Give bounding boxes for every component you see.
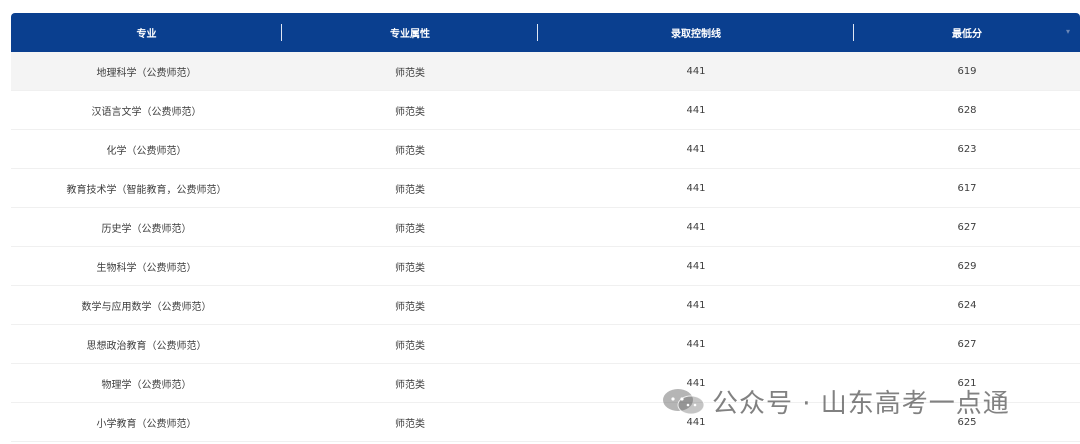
cell-min-score: 617 bbox=[957, 182, 977, 194]
table-row: 小学教育（公费师范） 师范类 441 625 bbox=[11, 403, 1080, 442]
cell-control-line: 441 bbox=[686, 338, 706, 350]
cell-control-line: 441 bbox=[686, 416, 706, 428]
cell-control-line: 441 bbox=[686, 260, 706, 272]
cell-attribute: 师范类 bbox=[395, 145, 425, 157]
cell-major: 物理学（公费师范） bbox=[101, 379, 192, 391]
cell-major: 汉语言文学（公费师范） bbox=[91, 106, 202, 118]
table-header: 专业 专业属性 录取控制线 最低分 ▾ bbox=[11, 13, 1080, 52]
table-row: 思想政治教育（公费师范） 师范类 441 627 bbox=[11, 325, 1080, 364]
cell-major: 思想政治教育（公费师范） bbox=[86, 340, 207, 352]
cell-attribute: 师范类 bbox=[395, 106, 425, 118]
header-attribute[interactable]: 专业属性 bbox=[282, 13, 538, 52]
score-table: 专业 专业属性 录取控制线 最低分 ▾ 地理科学（公费师范） 师范类 441 6… bbox=[11, 13, 1080, 442]
cell-major: 地理科学（公费师范） bbox=[96, 67, 197, 79]
cell-major: 小学教育（公费师范） bbox=[96, 418, 197, 430]
cell-control-line: 441 bbox=[686, 143, 706, 155]
cell-attribute: 师范类 bbox=[395, 379, 425, 391]
cell-major: 生物科学（公费师范） bbox=[96, 262, 197, 274]
cell-min-score: 624 bbox=[957, 299, 977, 311]
table-row: 数学与应用数学（公费师范） 师范类 441 624 bbox=[11, 286, 1080, 325]
cell-control-line: 441 bbox=[686, 182, 706, 194]
cell-min-score: 621 bbox=[957, 377, 977, 389]
cell-min-score: 627 bbox=[957, 338, 977, 350]
cell-min-score: 627 bbox=[957, 221, 977, 233]
cell-attribute: 师范类 bbox=[395, 418, 425, 430]
cell-min-score: 628 bbox=[957, 104, 977, 116]
cell-attribute: 师范类 bbox=[395, 223, 425, 235]
table-row: 生物科学（公费师范） 师范类 441 629 bbox=[11, 247, 1080, 286]
table-row: 化学（公费师范） 师范类 441 623 bbox=[11, 130, 1080, 169]
cell-attribute: 师范类 bbox=[395, 340, 425, 352]
header-control-line[interactable]: 录取控制线 bbox=[538, 13, 854, 52]
cell-major: 教育技术学（智能教育，公费师范） bbox=[66, 184, 227, 196]
table-row: 汉语言文学（公费师范） 师范类 441 628 bbox=[11, 91, 1080, 130]
table-row: 地理科学（公费师范） 师范类 441 619 bbox=[11, 52, 1080, 91]
cell-attribute: 师范类 bbox=[395, 301, 425, 313]
cell-min-score: 623 bbox=[957, 143, 977, 155]
cell-major: 数学与应用数学（公费师范） bbox=[81, 301, 212, 313]
cell-attribute: 师范类 bbox=[395, 67, 425, 79]
cell-major: 化学（公费师范） bbox=[106, 145, 187, 157]
cell-control-line: 441 bbox=[686, 299, 706, 311]
cell-control-line: 441 bbox=[686, 221, 706, 233]
table-row: 历史学（公费师范） 师范类 441 627 bbox=[11, 208, 1080, 247]
cell-control-line: 441 bbox=[686, 65, 706, 77]
cell-control-line: 441 bbox=[686, 377, 706, 389]
cell-min-score: 619 bbox=[957, 65, 977, 77]
table-row: 物理学（公费师范） 师范类 441 621 bbox=[11, 364, 1080, 403]
cell-major: 历史学（公费师范） bbox=[101, 223, 192, 235]
table-row: 教育技术学（智能教育，公费师范） 师范类 441 617 bbox=[11, 169, 1080, 208]
cell-min-score: 625 bbox=[957, 416, 977, 428]
table-body: 地理科学（公费师范） 师范类 441 619 汉语言文学（公费师范） 师范类 4… bbox=[11, 52, 1080, 442]
sort-icon[interactable]: ▾ bbox=[1066, 27, 1074, 37]
header-min-score[interactable]: 最低分 bbox=[854, 13, 1080, 52]
cell-attribute: 师范类 bbox=[395, 184, 425, 196]
header-major[interactable]: 专业 bbox=[11, 13, 282, 52]
cell-control-line: 441 bbox=[686, 104, 706, 116]
cell-attribute: 师范类 bbox=[395, 262, 425, 274]
cell-min-score: 629 bbox=[957, 260, 977, 272]
